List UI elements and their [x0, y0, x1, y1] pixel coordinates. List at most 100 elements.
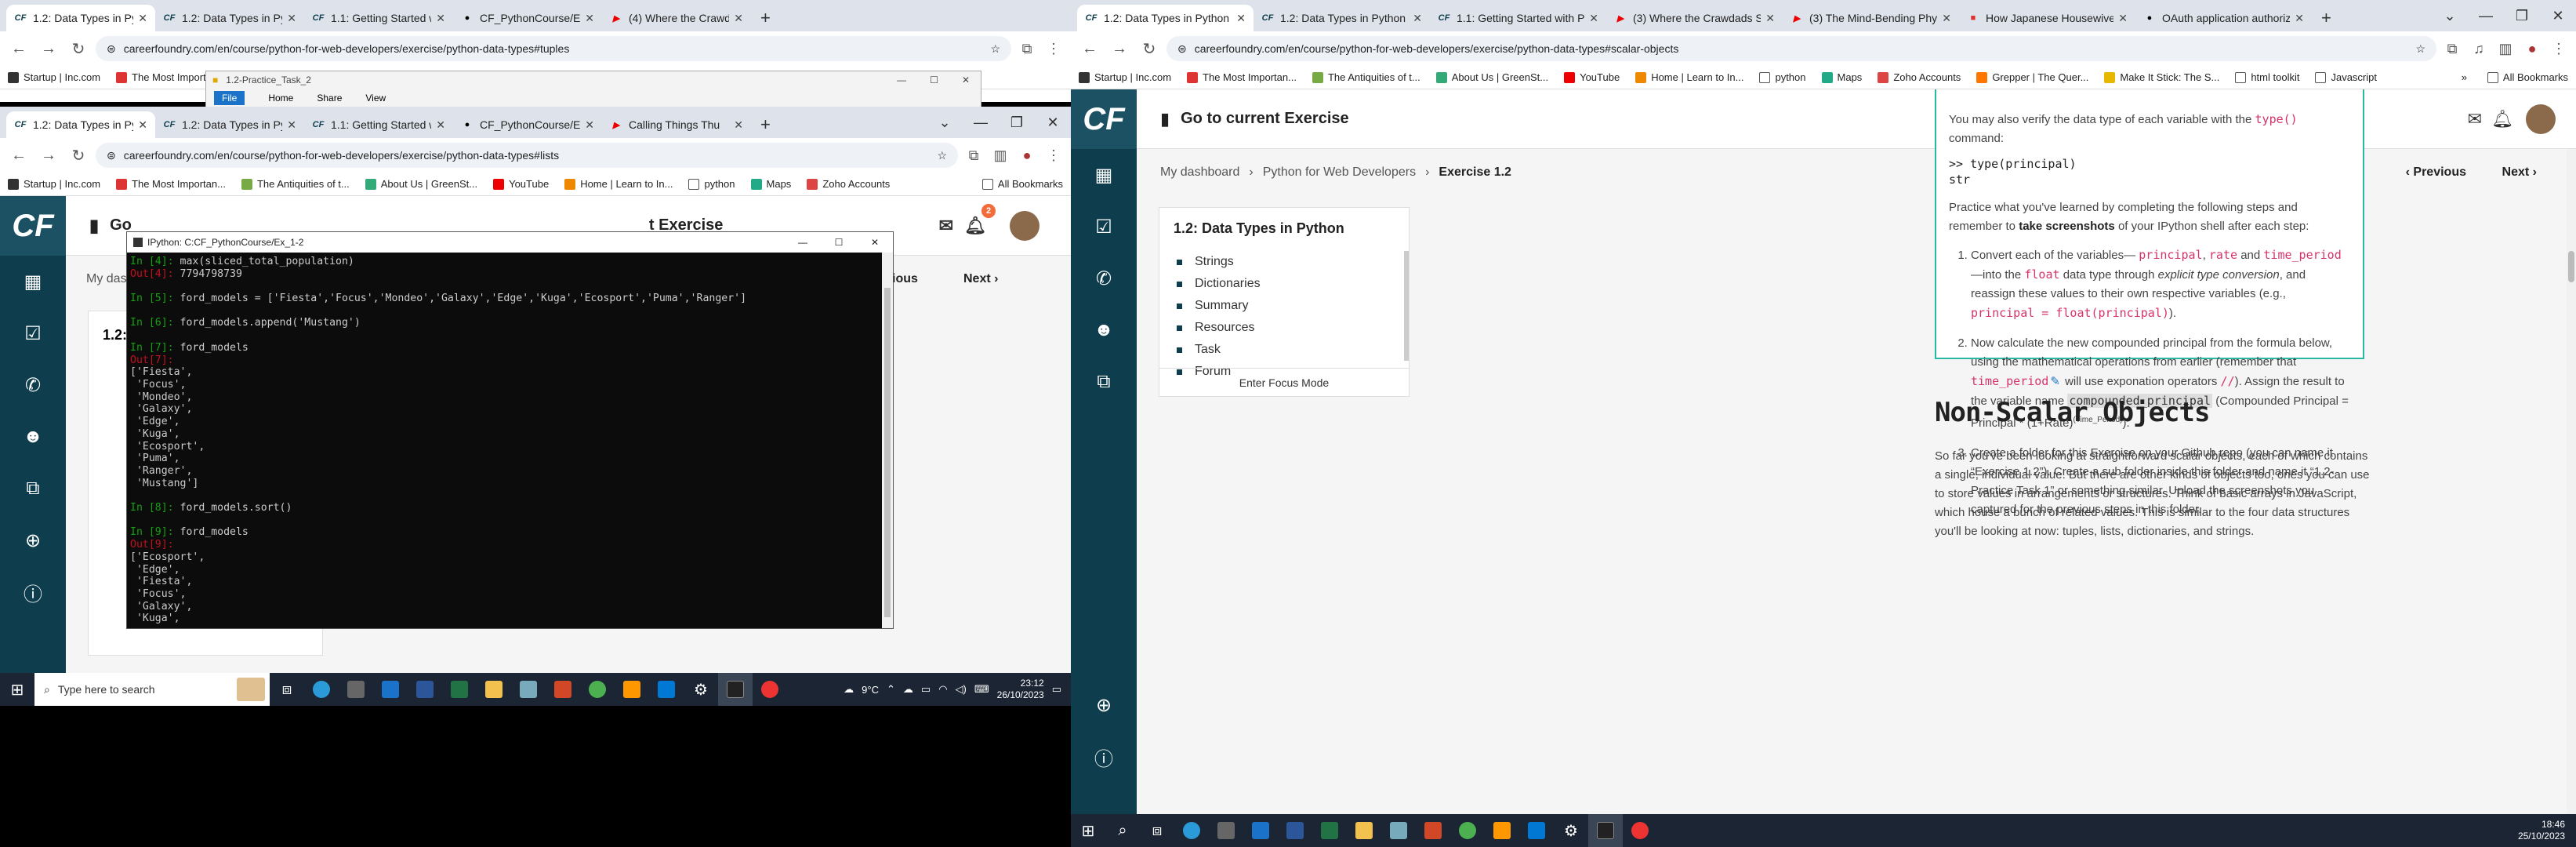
bookmark-0[interactable]: Startup | Inc.com: [1079, 71, 1171, 83]
back-tab-1[interactable]: CF1.2: Data Types in Python✕: [155, 5, 304, 31]
bell-icon[interactable]: 🔔︎: [2491, 109, 2513, 129]
cf-logo[interactable]: CF: [0, 196, 66, 256]
bookmark-1[interactable]: The Most Importan...: [1187, 71, 1297, 83]
reload-icon[interactable]: ↻: [66, 39, 91, 59]
close-tab-icon[interactable]: ✕: [734, 118, 743, 132]
new-tab-button[interactable]: +: [751, 5, 780, 31]
ribbon-home[interactable]: Home: [268, 93, 293, 104]
sublime-icon[interactable]: [615, 673, 649, 706]
bookmark-5[interactable]: Home | Learn to In...: [1635, 71, 1743, 83]
bookmark-4[interactable]: YouTube: [1564, 71, 1620, 83]
bookmark-11[interactable]: html toolkit: [2235, 71, 2299, 83]
bookmark-6[interactable]: python: [1759, 71, 1806, 83]
terminal-icon[interactable]: [1588, 814, 1623, 847]
vscode-icon[interactable]: [1519, 814, 1554, 847]
volume-icon[interactable]: ◁): [956, 683, 967, 696]
front-tab-1[interactable]: CF1.2: Data Types in Python✕: [155, 111, 304, 138]
right-tab-4[interactable]: ▶ (3) The Mind-Bending Physic ✕: [1783, 5, 1959, 31]
bookmark-0[interactable]: Startup | Inc.com: [8, 178, 100, 190]
excel-icon[interactable]: [442, 673, 477, 706]
wifi-icon[interactable]: ◠: [938, 683, 947, 696]
bookmark-12[interactable]: Javascript: [2315, 71, 2377, 83]
avatar[interactable]: [2526, 104, 2556, 134]
back-arrow-icon[interactable]: ←: [1077, 40, 1102, 58]
star-icon[interactable]: ☆: [990, 42, 1000, 56]
close-icon[interactable]: ✕: [1035, 115, 1071, 131]
settings-icon[interactable]: ⚙: [1554, 814, 1588, 847]
windows-start-icon[interactable]: ⊞: [0, 673, 34, 706]
front-tab-0[interactable]: CF1.2: Data Types in Python✕: [6, 111, 155, 138]
extensions-icon[interactable]: ⧉: [2441, 41, 2463, 57]
weather-temp[interactable]: 9°C: [862, 684, 879, 696]
toc-scrollbar[interactable]: [1404, 251, 1409, 361]
task-view-icon[interactable]: ⧈: [270, 673, 304, 706]
go-to-current-exercise-link[interactable]: Go to current Exercise: [1181, 110, 1349, 128]
toc-item[interactable]: Task: [1177, 339, 1409, 361]
word-icon[interactable]: [1278, 814, 1312, 847]
settings-icon[interactable]: ⚙: [684, 673, 718, 706]
front-tab-2[interactable]: CF1.1: Getting Started with Py✕: [304, 111, 453, 138]
bookmark-8[interactable]: Zoho Accounts: [807, 178, 890, 190]
mail-app-icon[interactable]: [373, 673, 408, 706]
back-tab-2[interactable]: CF1.1: Getting Started with Py✕: [304, 5, 453, 31]
breadcrumb-dashboard[interactable]: My das: [86, 272, 127, 286]
front-tab-3[interactable]: ●CF_PythonCourse/Ex_1-2/1✕: [453, 111, 602, 138]
bookmark-1[interactable]: The Most Importan...: [116, 178, 226, 190]
word-icon[interactable]: [408, 673, 442, 706]
ribbon-share[interactable]: Share: [317, 93, 342, 104]
clock[interactable]: 23:12 26/10/2023: [997, 678, 1044, 701]
prev-link[interactable]: ‹ Previous: [2406, 165, 2466, 180]
close-tab-icon[interactable]: ✕: [287, 118, 296, 132]
minimize-icon[interactable]: —: [2468, 8, 2504, 24]
tab-search-icon[interactable]: ⌄: [927, 115, 963, 131]
edge-icon[interactable]: [304, 673, 339, 706]
front-tab-4[interactable]: ▶ Calling Things Thu ✕: [602, 111, 751, 138]
ribbon-view[interactable]: View: [365, 93, 386, 104]
close-icon[interactable]: ✕: [857, 237, 893, 248]
bookmark-3[interactable]: About Us | GreenSt...: [1435, 71, 1548, 83]
close-icon[interactable]: ✕: [2540, 8, 2576, 24]
next-link[interactable]: Next ›: [2502, 165, 2537, 180]
close-tab-icon[interactable]: ✕: [1413, 12, 1422, 25]
reload-icon[interactable]: ↻: [1137, 39, 1162, 59]
mail-icon[interactable]: ✉: [939, 216, 953, 236]
bell-icon[interactable]: 🔔︎: [964, 216, 986, 236]
powerpoint-icon[interactable]: [546, 673, 580, 706]
app-icon[interactable]: [1381, 814, 1416, 847]
globe-icon[interactable]: ⊕: [1096, 679, 1112, 731]
back-tab-3[interactable]: ●CF_PythonCourse/Ex_1-2/1✕: [453, 5, 602, 31]
back-arrow-icon[interactable]: ←: [6, 40, 31, 58]
taskbar-search[interactable]: ⌕ Type here to search: [34, 673, 270, 706]
maximize-icon[interactable]: ☐: [821, 237, 857, 248]
edge-icon[interactable]: [1174, 814, 1209, 847]
more-chevron-icon[interactable]: »: [2462, 71, 2467, 83]
info-icon[interactable]: ⓘ: [1094, 731, 1113, 783]
next-link[interactable]: Next ›: [963, 272, 998, 286]
sidebar-icon[interactable]: ▥: [989, 147, 1011, 164]
media-icon[interactable]: ♫: [2468, 41, 2490, 57]
restore-icon[interactable]: ❐: [999, 115, 1035, 131]
avatar[interactable]: [1010, 210, 1039, 241]
community-icon[interactable]: ☻: [1094, 304, 1113, 356]
windows-start-icon[interactable]: ⊞: [1071, 814, 1105, 847]
close-tab-icon[interactable]: ✕: [436, 118, 445, 132]
globe-icon[interactable]: ⊕: [25, 514, 41, 566]
task-view-icon[interactable]: ⧈: [1140, 814, 1174, 847]
menu-icon[interactable]: ⋮: [1043, 41, 1065, 57]
close-icon[interactable]: ✕: [962, 75, 970, 85]
back-tab-4[interactable]: ▶(4) Where the Crawdad✕: [602, 5, 751, 31]
restore-icon[interactable]: ❐: [2504, 8, 2540, 24]
bookmark-5[interactable]: Home | Learn to In...: [564, 178, 673, 190]
minimize-icon[interactable]: —: [963, 115, 999, 131]
reload-icon[interactable]: ↻: [66, 146, 91, 165]
bookmark-9[interactable]: Grepper | The Quer...: [1976, 71, 2088, 83]
bookmark-2[interactable]: The Antiquities of t...: [241, 178, 350, 190]
right-tab-6[interactable]: ● OAuth application authorized ✕: [2135, 5, 2312, 31]
close-tab-icon[interactable]: ✕: [2295, 12, 2304, 25]
close-tab-icon[interactable]: ✕: [585, 12, 594, 25]
forward-arrow-icon[interactable]: →: [1107, 40, 1132, 58]
chrome-alt-icon[interactable]: [753, 673, 787, 706]
chrome-icon[interactable]: [1450, 814, 1485, 847]
store-icon[interactable]: [1209, 814, 1243, 847]
back-omnibox[interactable]: ⊜ careerfoundry.com/en/course/python-for-…: [96, 36, 1011, 61]
